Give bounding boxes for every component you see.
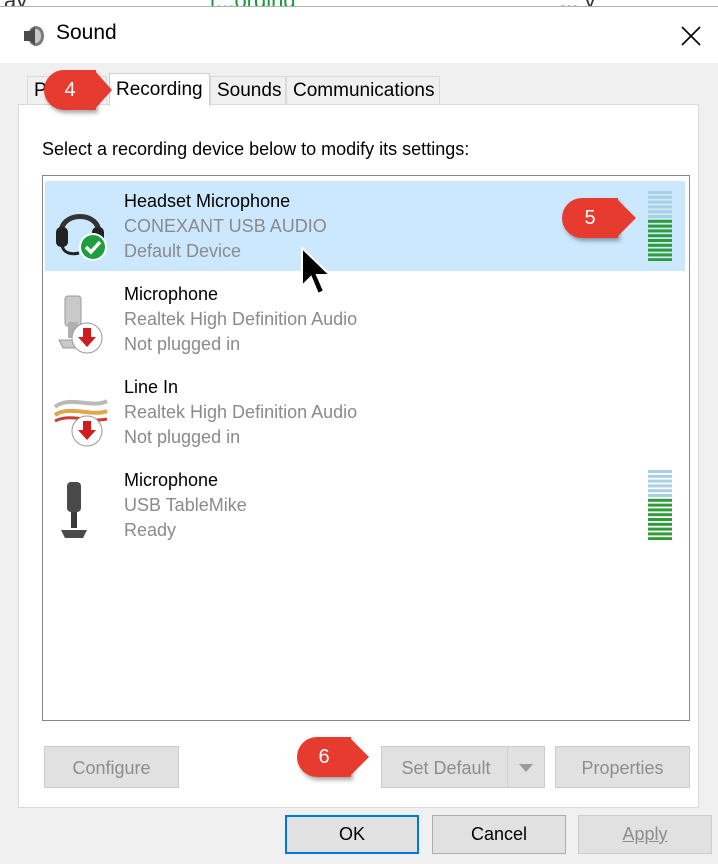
configure-button[interactable]: Configure <box>44 746 179 788</box>
callout-step-4: 4 <box>44 70 96 110</box>
device-name: Microphone <box>124 470 219 490</box>
tab-communications[interactable]: Communications <box>286 76 440 104</box>
meter-segment <box>648 537 672 540</box>
device-name: Microphone <box>124 284 219 304</box>
callout-step-5: 5 <box>562 198 618 238</box>
meter-segment <box>648 498 672 502</box>
speaker-icon <box>24 26 44 46</box>
title-bar: Sound <box>0 7 718 63</box>
meter-segment <box>648 470 672 473</box>
meter-segment <box>648 518 672 521</box>
close-icon <box>681 26 701 46</box>
meter-segment <box>648 224 672 228</box>
meter-segment <box>648 253 672 257</box>
callout-step-5-label: 5 <box>584 207 596 229</box>
meter-segment <box>648 484 672 488</box>
meter-segment <box>648 243 672 247</box>
meter-segment <box>648 532 672 536</box>
callout-step-5-pointer <box>616 198 636 238</box>
tab-communications-label: Communications <box>293 80 435 101</box>
microphone-icon <box>58 295 103 354</box>
meter-segment <box>648 494 672 497</box>
callout-step-6: 6 <box>297 737 351 777</box>
desk-microphone-icon <box>61 482 87 538</box>
list-item[interactable]: Line In Realtek High Definition Audio No… <box>45 367 685 457</box>
device-driver: Realtek High Definition Audio <box>124 402 358 422</box>
window-title: Sound <box>56 21 117 44</box>
meter-segment <box>648 229 672 233</box>
checkmark-badge-icon <box>79 233 107 261</box>
device-status: Not plugged in <box>124 334 241 354</box>
sound-dialog: Sound P Recording Sounds Communications … <box>0 6 718 864</box>
meter-segment <box>648 474 672 478</box>
meter-segment <box>648 239 672 242</box>
set-default-dropdown[interactable] <box>507 747 544 787</box>
tab-recording[interactable]: Recording <box>109 73 210 106</box>
cancel-button[interactable]: Cancel <box>432 815 566 854</box>
meter-segment <box>648 503 672 507</box>
level-meter <box>648 191 672 261</box>
down-arrow-badge-icon <box>71 415 103 447</box>
tab-sounds[interactable]: Sounds <box>210 76 286 104</box>
device-name: Headset Microphone <box>124 191 291 211</box>
set-default-button[interactable]: Set Default <box>381 746 545 788</box>
instruction-text: Select a recording device below to modif… <box>42 139 470 159</box>
close-button[interactable] <box>670 15 710 55</box>
callout-step-6-label: 6 <box>318 746 330 768</box>
device-driver: USB TableMike <box>124 495 247 515</box>
device-driver: Realtek High Definition Audio <box>124 309 358 329</box>
device-list[interactable]: Headset Microphone CONEXANT USB AUDIO De… <box>42 175 690 721</box>
meter-segment <box>648 479 672 483</box>
meter-segment <box>648 210 672 214</box>
meter-segment <box>648 219 672 223</box>
meter-segment <box>648 191 672 194</box>
tab-sounds-label: Sounds <box>217 80 282 101</box>
device-name: Line In <box>124 377 179 397</box>
meter-segment <box>648 205 672 209</box>
meter-segment <box>648 248 672 252</box>
device-status: Not plugged in <box>124 427 241 447</box>
down-arrow-badge-icon <box>71 322 103 354</box>
meter-segment <box>648 508 672 512</box>
meter-segment <box>648 234 672 238</box>
device-status: Default Device <box>124 241 242 261</box>
device-driver: CONEXANT USB AUDIO <box>124 216 327 236</box>
meter-segment <box>648 489 672 493</box>
meter-segment <box>648 258 672 261</box>
list-item[interactable]: Microphone USB TableMike Ready <box>45 460 685 550</box>
meter-segment <box>648 522 672 526</box>
chevron-down-icon <box>519 764 533 772</box>
callout-step-4-label: 4 <box>64 79 76 101</box>
level-meter <box>648 470 672 540</box>
ok-button[interactable]: OK <box>285 815 419 854</box>
meter-segment <box>648 527 672 531</box>
meter-segment <box>648 513 672 517</box>
mouse-cursor-icon <box>301 246 333 296</box>
set-default-label: Set Default <box>401 758 491 778</box>
apply-button[interactable]: Apply <box>578 815 712 854</box>
meter-segment <box>648 200 672 204</box>
line-in-cable-icon <box>53 399 108 447</box>
meter-segment <box>648 195 672 199</box>
headset-icon <box>56 214 107 261</box>
tab-recording-label: Recording <box>116 79 203 100</box>
meter-segment <box>648 215 672 218</box>
callout-step-4-pointer <box>94 70 112 110</box>
callout-step-6-pointer <box>349 737 369 777</box>
properties-button[interactable]: Properties <box>555 746 690 788</box>
device-status: Ready <box>124 520 177 540</box>
list-item[interactable]: Microphone Realtek High Definition Audio… <box>45 274 685 364</box>
